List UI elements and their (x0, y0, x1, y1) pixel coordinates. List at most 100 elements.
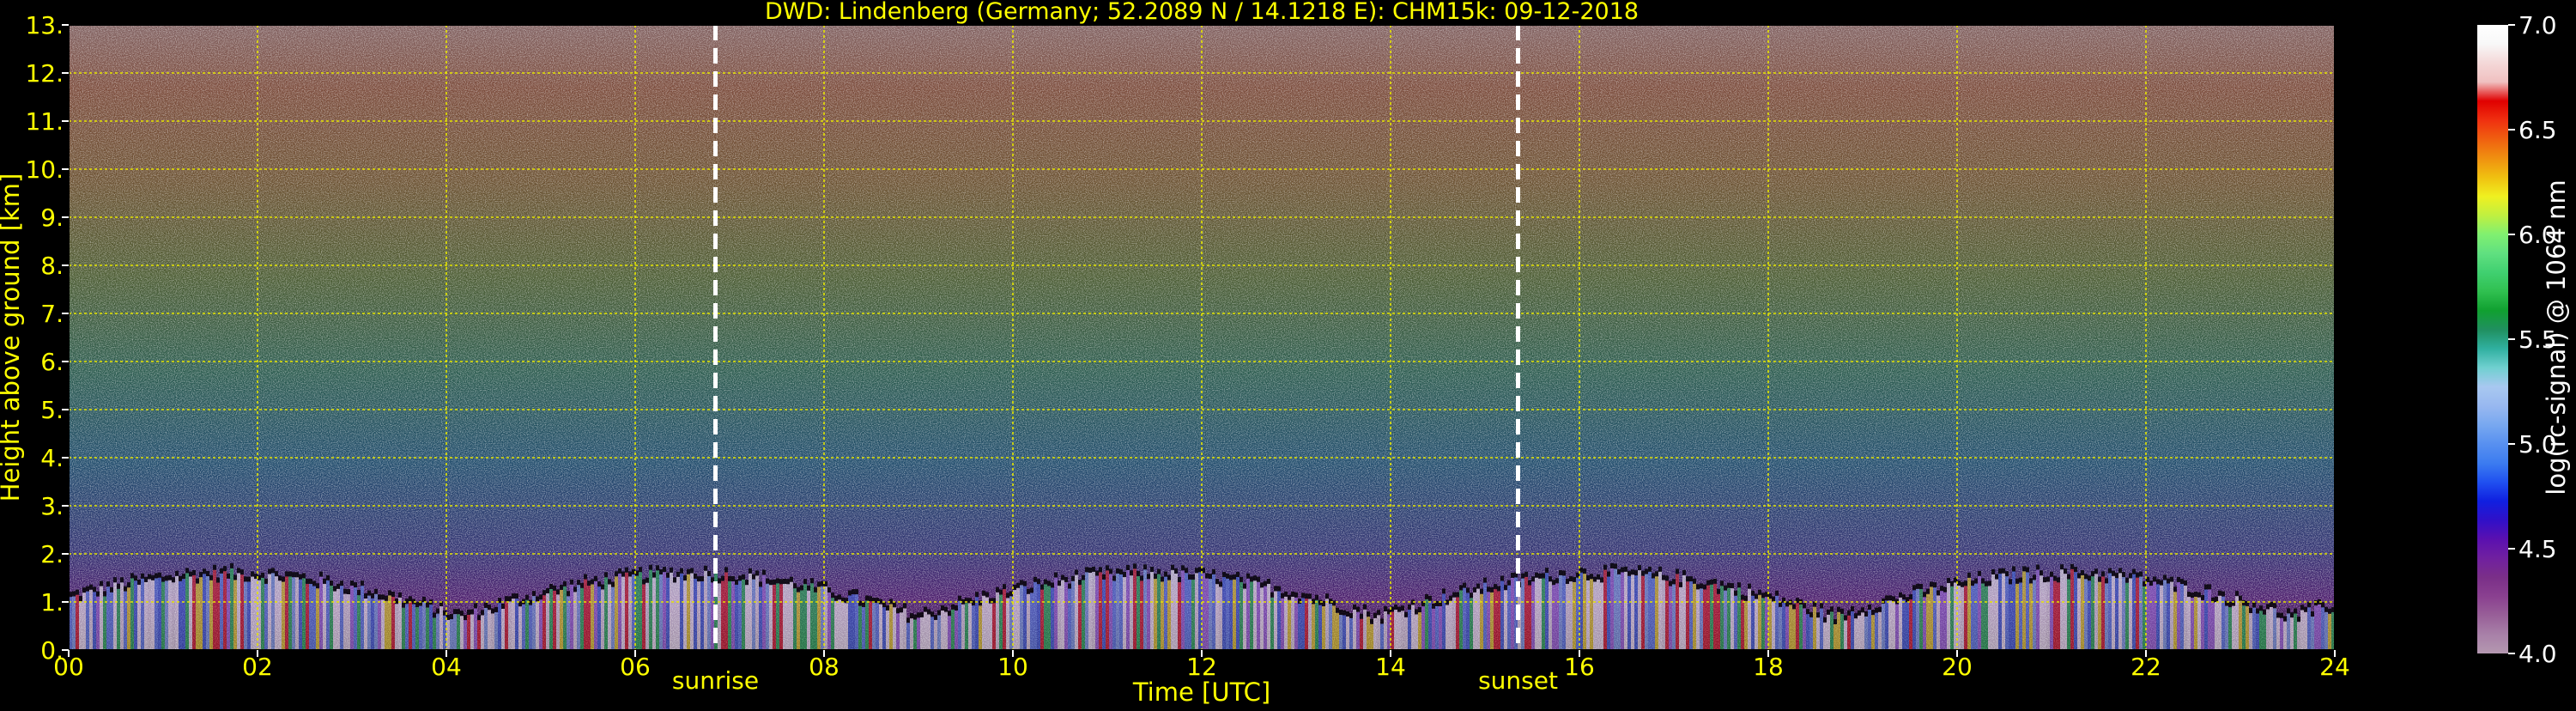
aerosol-top-edge (1586, 574, 1590, 580)
aerosol-column (285, 576, 288, 650)
aerosol-column (2294, 613, 2297, 650)
aerosol-column (2139, 576, 2143, 650)
aerosol-column (1531, 581, 1535, 650)
aerosol-top-edge (1291, 591, 1294, 597)
aerosol-top-edge (216, 577, 220, 583)
aerosol-column (508, 601, 512, 650)
aerosol-top-edge (1562, 570, 1566, 576)
aerosol-column (1195, 573, 1198, 650)
aerosol-column (2160, 585, 2163, 650)
aerosol-top-edge (1380, 618, 1384, 624)
aerosol-column (886, 610, 889, 650)
aerosol-column (700, 581, 704, 650)
aerosol-column (2314, 605, 2318, 650)
aerosol-column (831, 598, 834, 650)
aerosol-top-edge (2067, 574, 2070, 580)
aerosol-column (1610, 568, 1614, 650)
aerosol-column (2105, 583, 2108, 650)
aerosol-column (1978, 575, 1981, 650)
aerosol-top-edge (525, 594, 529, 600)
aerosol-column (367, 595, 371, 650)
aerosol-top-edge (1665, 575, 1669, 581)
y-tick-label: 3. (40, 492, 64, 520)
aerosol-column (1270, 597, 1274, 650)
aerosol-column (1226, 578, 1229, 650)
aerosol-top-edge (1397, 606, 1401, 612)
aerosol-top-edge (1123, 572, 1126, 578)
aerosol-column (2129, 578, 2132, 650)
aerosol-column (1494, 589, 1497, 650)
aerosol-top-edge (1473, 586, 1476, 592)
aerosol-top-edge (1185, 568, 1188, 574)
aerosol-top-edge (2239, 595, 2242, 601)
aerosol-column (872, 603, 876, 650)
aerosol-column (1682, 574, 1686, 650)
aerosol-top-edge (378, 594, 381, 600)
aerosol-column (1133, 568, 1136, 650)
aerosol-column (1281, 598, 1284, 650)
aerosol-top-edge (2300, 605, 2304, 611)
x-tick-label: 24 (2319, 653, 2350, 681)
aerosol-top-edge (371, 592, 374, 599)
aerosol-column (663, 572, 666, 650)
aerosol-top-edge (426, 602, 429, 608)
aerosol-column (2074, 572, 2077, 650)
aerosol-top-edge (268, 568, 271, 574)
aerosol-column (1473, 592, 1476, 650)
aerosol-top-edge (1627, 570, 1631, 576)
aerosol-top-edge (1264, 580, 1267, 586)
aerosol-column (1318, 605, 1322, 650)
aerosol-column (1535, 577, 1538, 650)
aerosol-top-edge (1940, 586, 1943, 592)
aerosol-column (1799, 604, 1803, 650)
aerosol-top-edge (130, 573, 134, 579)
aerosol-column (687, 574, 690, 650)
aerosol-top-edge (347, 589, 350, 595)
aerosol-top-edge (1480, 588, 1483, 594)
aerosol-top-edge (2074, 567, 2077, 573)
aerosol-top-edge (1147, 574, 1150, 580)
aerosol-top-edge (1071, 575, 1075, 581)
aerosol-column (1943, 592, 1947, 650)
aerosol-column (2249, 613, 2252, 650)
aerosol-column (1157, 574, 1161, 650)
aerosol-column (625, 572, 628, 650)
aerosol-top-edge (103, 591, 106, 597)
aerosol-top-edge (470, 609, 474, 615)
aerosol-column (1974, 583, 1978, 650)
aerosol-column (2266, 609, 2270, 650)
aerosol-top-edge (199, 572, 203, 578)
aerosol-column (330, 586, 333, 650)
aerosol-column (182, 579, 185, 650)
aerosol-column (1730, 588, 1734, 650)
aerosol-column (1844, 620, 1847, 650)
aerosol-column (752, 579, 755, 650)
aerosol-top-edge (275, 571, 278, 577)
aerosol-column (309, 583, 312, 650)
aerosol-top-edge (1755, 593, 1758, 599)
aerosol-column (2321, 607, 2324, 650)
aerosol-top-edge (735, 579, 738, 585)
aerosol-top-edge (2228, 602, 2232, 608)
aerosol-top-edge (577, 580, 580, 586)
aerosol-column (388, 595, 391, 650)
aerosol-column (1933, 587, 1937, 650)
aerosol-column (110, 592, 113, 650)
x-axis: 00 02 04 06 08 10 12 14 16 18 20 22 24 (53, 650, 2350, 681)
aerosol-top-edge (271, 568, 275, 574)
aerosol-top-edge (89, 584, 93, 590)
aerosol-top-edge (2276, 612, 2280, 618)
aerosol-column (827, 592, 831, 650)
aerosol-column (1892, 601, 1895, 650)
aerosol-top-edge (591, 579, 594, 585)
aerosol-top-edge (2015, 578, 2019, 584)
aerosol-column (2170, 581, 2173, 650)
aerosol-column (1645, 574, 1648, 650)
aerosol-top-edge (687, 568, 690, 574)
aerosol-top-edge (2112, 570, 2115, 576)
aerosol-top-edge (975, 592, 979, 598)
aerosol-column (1985, 586, 1988, 650)
aerosol-column (161, 581, 165, 650)
aerosol-top-edge (604, 572, 608, 578)
aerosol-top-edge (1027, 588, 1030, 594)
